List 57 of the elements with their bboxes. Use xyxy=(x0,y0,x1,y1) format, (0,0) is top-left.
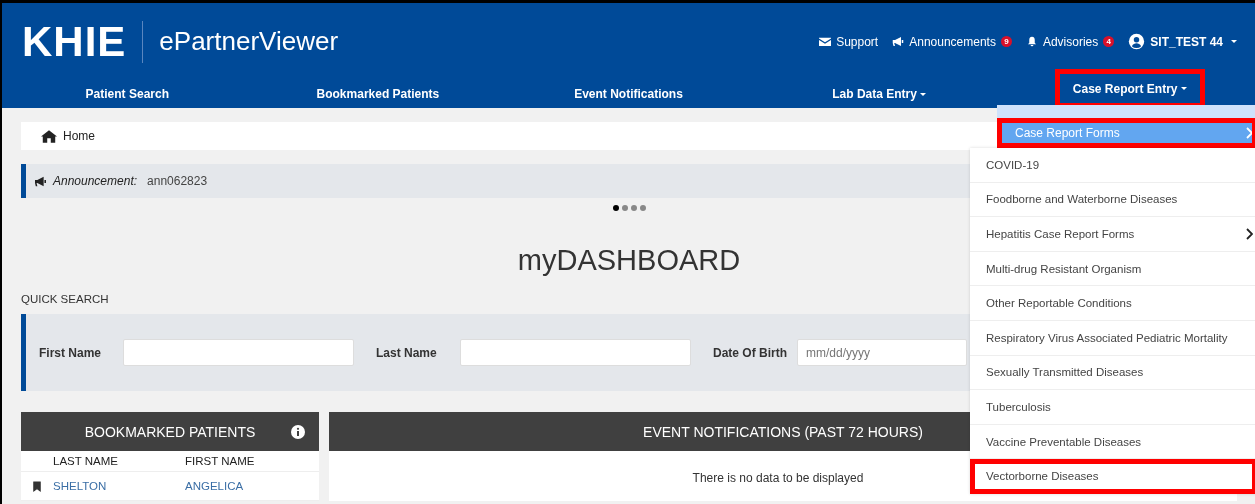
nav-tab[interactable]: Bookmarked Patients xyxy=(306,80,450,108)
count-badge: 4 xyxy=(1103,36,1115,47)
megaphone-icon xyxy=(892,36,905,47)
menu-item[interactable]: Respiratory Virus Associated Pediatric Mortality xyxy=(970,320,1255,356)
section-title: QUICK SEARCH xyxy=(21,293,109,307)
menu-item[interactable]: COVID-19 xyxy=(970,148,1255,183)
mail-icon xyxy=(819,36,832,47)
nav-tab[interactable]: Patient Search xyxy=(75,80,179,108)
card-title: BOOKMARKED PATIENTS xyxy=(84,423,256,440)
nav-tab[interactable]: Lab Data Entry xyxy=(822,80,936,108)
menu-item[interactable]: Tuberculosis xyxy=(970,390,1255,425)
user-icon xyxy=(1128,33,1146,50)
menu-item[interactable]: Vectorborne Diseases xyxy=(970,459,1255,494)
announcement-text: ann062823 xyxy=(147,174,208,188)
carousel-dot[interactable] xyxy=(639,205,646,211)
announcement-label: Announcement: xyxy=(53,174,138,188)
carousel-dot[interactable] xyxy=(630,205,637,211)
card-title: EVENT NOTIFICATIONS (PAST 72 HOURS) xyxy=(643,423,923,440)
menu-item[interactable]: Vaccine Preventable Diseases xyxy=(970,424,1255,460)
nav-tab[interactable]: Case Report Entry xyxy=(1054,69,1205,108)
input-field[interactable] xyxy=(460,339,691,366)
menu-item[interactable]: Hepatitis Case Report Forms xyxy=(970,217,1255,252)
carousel-dot[interactable] xyxy=(612,205,619,211)
chevron-icon xyxy=(1246,127,1253,139)
count-badge: 9 xyxy=(1000,36,1012,47)
empty-message: There is no data to be displayed xyxy=(692,471,864,485)
patient-link[interactable]: ANGELICA xyxy=(185,480,319,492)
home-link[interactable]: Home xyxy=(63,129,95,143)
header-link[interactable]: Support xyxy=(819,34,879,49)
menu-item[interactable]: Sexually Transmitted Diseases xyxy=(970,355,1255,391)
caret-icon xyxy=(1180,87,1187,90)
field-label: First Name xyxy=(39,345,103,360)
column-header: LAST NAME xyxy=(53,455,119,467)
patient-link[interactable]: SHELTON xyxy=(53,480,185,492)
input-field[interactable] xyxy=(123,339,354,366)
header-link[interactable]: Advisories 4 xyxy=(1025,34,1115,49)
bookmark-icon[interactable] xyxy=(33,480,41,492)
page-title: myDASHBOARD xyxy=(517,243,741,278)
caret-icon xyxy=(919,92,926,96)
field-label: Date Of Birth xyxy=(713,345,788,360)
home-icon xyxy=(41,129,57,143)
carousel-dot[interactable] xyxy=(621,205,628,211)
info-icon[interactable] xyxy=(291,424,305,439)
megaphone-icon xyxy=(34,175,47,187)
logo[interactable]: KHIE xyxy=(22,20,144,63)
chevron-icon xyxy=(1246,228,1253,240)
menu-item[interactable]: Foodborne and Waterborne Diseases xyxy=(970,182,1255,218)
caret-icon xyxy=(1231,40,1237,43)
nav-tab[interactable]: Event Notifications xyxy=(564,80,693,108)
input-field[interactable]: mm/dd/yyyy xyxy=(797,339,967,366)
menu-item[interactable]: Multi-drug Resistant Organism xyxy=(970,251,1255,287)
user-menu[interactable]: SIT_TEST 44 xyxy=(1128,33,1237,50)
header-link[interactable]: Announcements 9 xyxy=(892,34,1012,49)
field-label: Last Name xyxy=(376,345,438,360)
column-header: FIRST NAME xyxy=(185,455,256,467)
app-title: ePartnerViewer xyxy=(159,26,339,57)
menu-item[interactable]: Other Reportable Conditions xyxy=(970,286,1255,321)
